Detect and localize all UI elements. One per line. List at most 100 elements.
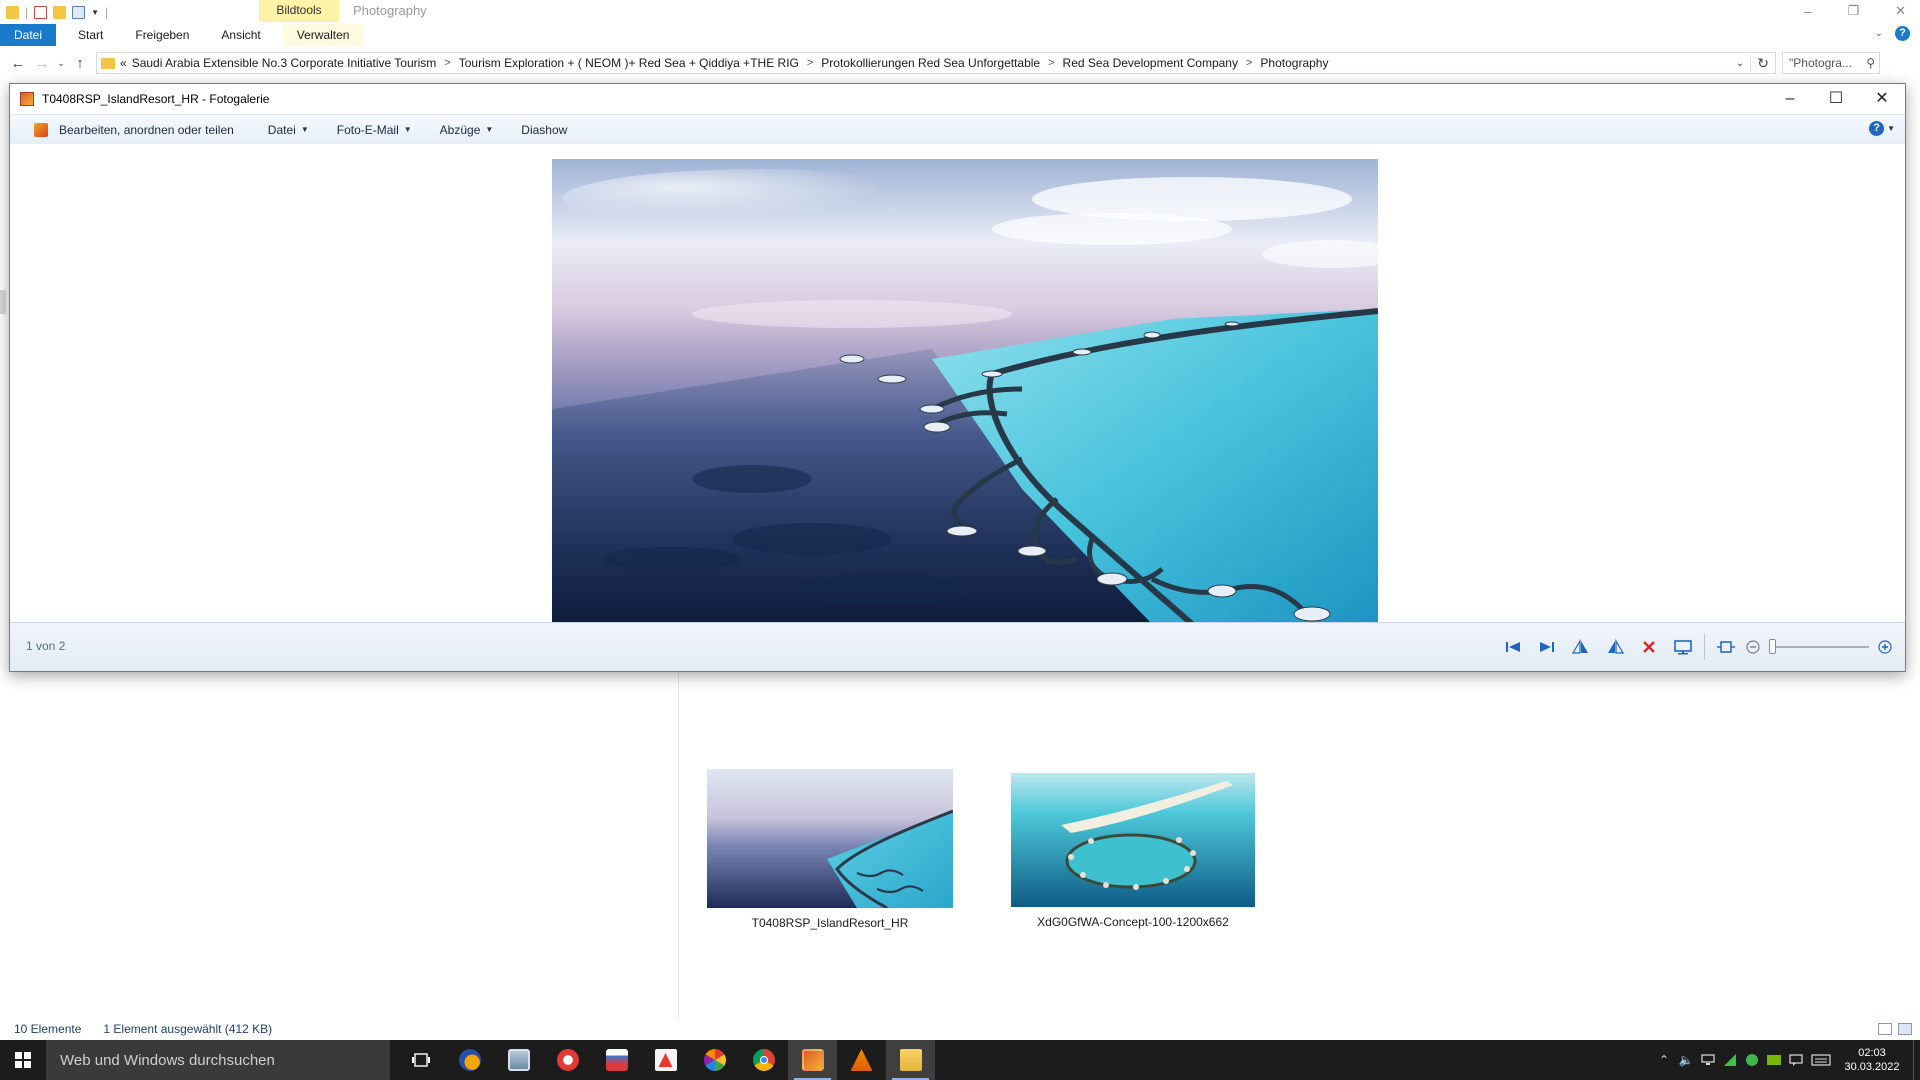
rotate-right-icon[interactable] bbox=[1598, 635, 1632, 659]
app-orange-icon[interactable] bbox=[445, 1040, 494, 1080]
zoom-slider[interactable] bbox=[1769, 639, 1869, 654]
file-item[interactable]: XdG0GfWA-Concept-100-1200x662 bbox=[1003, 773, 1263, 929]
menu-datei[interactable]: Datei ▼ bbox=[248, 123, 323, 137]
gallery-window-controls: – ☐ ✕ bbox=[1767, 84, 1905, 114]
help-icon[interactable]: ? bbox=[1895, 26, 1910, 41]
menu-foto-email[interactable]: Foto-E-Mail ▼ bbox=[323, 123, 426, 137]
image-editor-icon[interactable] bbox=[592, 1040, 641, 1080]
keyboard-icon[interactable] bbox=[1807, 1040, 1835, 1080]
zoom-slider-thumb[interactable] bbox=[1769, 639, 1776, 654]
menu-abzuege[interactable]: Abzüge ▼ bbox=[426, 123, 508, 137]
caret-down-icon: ▼ bbox=[300, 125, 309, 134]
pane-divider[interactable] bbox=[678, 672, 679, 1020]
chevron-down-icon[interactable]: ▼ bbox=[91, 8, 99, 17]
vlc-icon[interactable] bbox=[837, 1040, 886, 1080]
address-bar-row: ← → ⌄ ↑ « Saudi Arabia Extensible No.3 C… bbox=[0, 49, 1920, 77]
acrobat-icon[interactable] bbox=[641, 1040, 690, 1080]
rename-icon[interactable] bbox=[72, 5, 86, 19]
menu-edit-arrange-share[interactable]: Bearbeiten, anordnen oder teilen bbox=[10, 122, 248, 137]
ribbon-right-controls: ⌄ ? bbox=[1875, 26, 1910, 41]
large-icons-view-icon[interactable] bbox=[1898, 1023, 1912, 1035]
notifications-icon[interactable] bbox=[1785, 1040, 1807, 1080]
address-dropdown-icon[interactable]: ⌄ bbox=[1730, 58, 1750, 69]
search-input[interactable]: "Photogra... ⚲ bbox=[1782, 52, 1880, 74]
breadcrumb-item[interactable]: Tourism Exploration + ( NEOM )+ Red Sea … bbox=[451, 56, 807, 70]
clock-time: 02:03 bbox=[1858, 1047, 1886, 1059]
breadcrumb-item[interactable]: Saudi Arabia Extensible No.3 Corporate I… bbox=[132, 56, 445, 70]
ribbon-context-group: Bildtools bbox=[259, 0, 339, 22]
scroll-handle[interactable] bbox=[0, 290, 6, 314]
previous-icon[interactable] bbox=[1496, 635, 1530, 659]
tab-ansicht[interactable]: Ansicht bbox=[203, 24, 274, 46]
clock[interactable]: 02:03 30.03.2022 bbox=[1835, 1046, 1909, 1074]
caret-down-icon: ▼ bbox=[403, 125, 412, 134]
zoom-out-icon[interactable] bbox=[1743, 635, 1763, 659]
file-name: T0408RSP_IslandResort_HR bbox=[751, 916, 909, 930]
actual-size-icon[interactable] bbox=[1709, 635, 1743, 659]
maximize-icon[interactable]: ☐ bbox=[1813, 84, 1859, 114]
minimize-icon[interactable]: – bbox=[1804, 4, 1811, 19]
new-folder-icon[interactable] bbox=[53, 5, 67, 19]
picasa-icon[interactable] bbox=[690, 1040, 739, 1080]
taskbar: Web und Windows durchsuchen ⌃ 🔈 02:03 30… bbox=[0, 1040, 1920, 1080]
quick-access-toolbar: | ▼ | bbox=[0, 0, 226, 24]
caret-down-icon: ▼ bbox=[1887, 124, 1895, 133]
details-view-icon[interactable] bbox=[1878, 1023, 1892, 1035]
close-icon[interactable]: ✕ bbox=[1859, 84, 1905, 114]
file-explorer-icon[interactable] bbox=[886, 1040, 935, 1080]
restore-icon[interactable]: ❐ bbox=[1847, 3, 1859, 19]
chrome-icon[interactable] bbox=[739, 1040, 788, 1080]
tab-verwalten[interactable]: Verwalten bbox=[282, 24, 364, 46]
breadcrumb-item-current[interactable]: Photography bbox=[1252, 56, 1336, 70]
menu-diashow[interactable]: Diashow bbox=[507, 123, 581, 137]
tab-datei[interactable]: Datei bbox=[0, 24, 57, 46]
main-photo[interactable] bbox=[552, 159, 1378, 624]
window-title: Photography bbox=[353, 3, 427, 18]
next-icon[interactable] bbox=[1530, 635, 1564, 659]
properties-icon[interactable] bbox=[34, 5, 48, 19]
delete-icon[interactable] bbox=[1632, 635, 1666, 659]
expand-ribbon-icon[interactable]: ⌄ bbox=[1875, 28, 1883, 39]
folder-icon[interactable] bbox=[6, 5, 19, 19]
breadcrumb-item[interactable]: Protokollierungen Red Sea Unforgettable bbox=[813, 56, 1048, 70]
recent-locations-icon[interactable]: ⌄ bbox=[54, 58, 68, 69]
forward-arrow-icon[interactable]: → bbox=[30, 55, 54, 72]
breadcrumb-overflow[interactable]: « bbox=[115, 56, 132, 70]
zoom-in-icon[interactable] bbox=[1875, 635, 1895, 659]
folder-icon bbox=[101, 57, 115, 69]
tab-freigeben[interactable]: Freigeben bbox=[117, 24, 203, 46]
rotate-left-icon[interactable] bbox=[1564, 635, 1598, 659]
nvidia-icon[interactable] bbox=[1763, 1040, 1785, 1080]
tab-start[interactable]: Start bbox=[56, 24, 117, 46]
close-icon[interactable]: ✕ bbox=[1895, 3, 1906, 19]
toolbar-separator bbox=[1704, 634, 1705, 660]
thumbnail-island-resort bbox=[707, 769, 953, 908]
start-button[interactable] bbox=[0, 1040, 46, 1080]
photo-viewer-icon[interactable] bbox=[494, 1040, 543, 1080]
app-tray-green-icon[interactable] bbox=[1719, 1040, 1741, 1080]
windows-logo-icon bbox=[15, 1052, 31, 1068]
network-icon[interactable] bbox=[1697, 1040, 1719, 1080]
gallery-help[interactable]: ? ▼ bbox=[1869, 121, 1895, 136]
taskbar-search[interactable]: Web und Windows durchsuchen bbox=[46, 1040, 390, 1080]
slideshow-icon[interactable] bbox=[1666, 635, 1700, 659]
address-field[interactable]: « Saudi Arabia Extensible No.3 Corporate… bbox=[96, 52, 1776, 74]
file-item[interactable]: T0408RSP_IslandResort_HR bbox=[700, 769, 960, 930]
refresh-icon[interactable]: ↻ bbox=[1750, 54, 1775, 72]
gallery-title-bar: T0408RSP_IslandResort_HR - Fotogalerie bbox=[10, 84, 1905, 114]
task-view-icon[interactable] bbox=[396, 1040, 445, 1080]
file-name: XdG0GfWA-Concept-100-1200x662 bbox=[1037, 915, 1229, 929]
minimize-icon[interactable]: – bbox=[1767, 84, 1813, 114]
up-arrow-icon[interactable]: ↑ bbox=[68, 55, 92, 72]
security-shield-icon[interactable] bbox=[1741, 1040, 1763, 1080]
breadcrumb-item[interactable]: Red Sea Development Company bbox=[1055, 56, 1246, 70]
caret-down-icon: ▼ bbox=[485, 125, 494, 134]
back-arrow-icon[interactable]: ← bbox=[6, 55, 30, 72]
show-desktop-button[interactable] bbox=[1913, 1040, 1920, 1080]
browser-red-icon[interactable] bbox=[543, 1040, 592, 1080]
chevron-up-icon[interactable]: ⌃ bbox=[1653, 1040, 1675, 1080]
photo-gallery-icon[interactable] bbox=[788, 1040, 837, 1080]
search-icon[interactable]: ⚲ bbox=[1866, 56, 1875, 70]
volume-icon[interactable]: 🔈 bbox=[1675, 1040, 1697, 1080]
help-icon[interactable]: ? bbox=[1869, 121, 1885, 136]
